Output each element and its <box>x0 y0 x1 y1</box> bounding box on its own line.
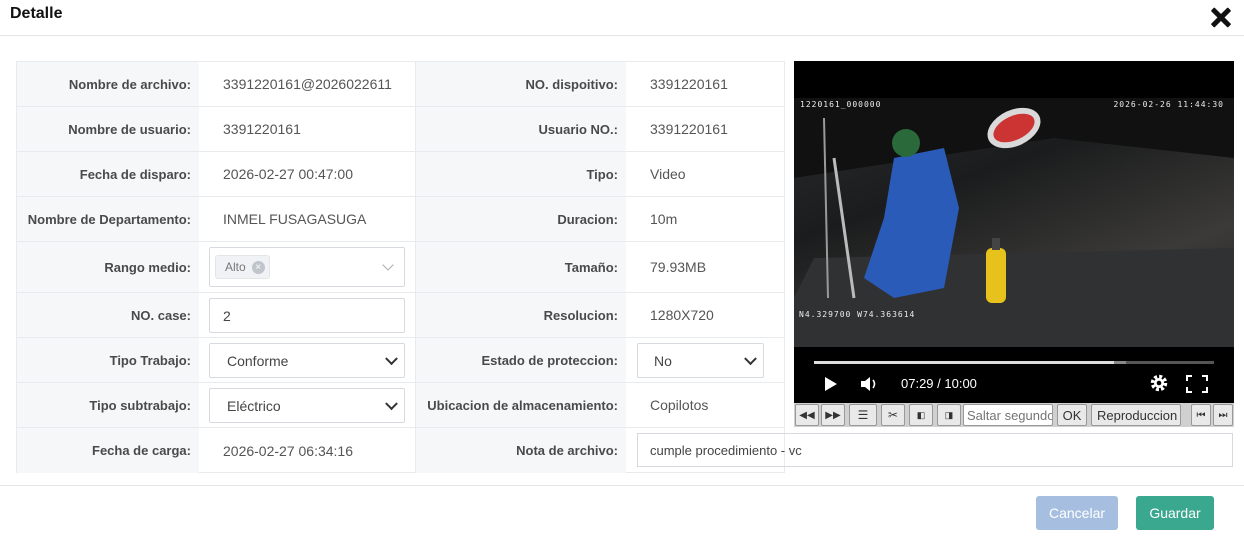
cut-button[interactable]: ✂ <box>881 404 905 426</box>
label-resolucion: Resolucion: <box>415 293 626 337</box>
rango-medio-tag: Alto × <box>215 255 270 279</box>
ok-button[interactable]: OK <box>1057 404 1087 426</box>
video-progress-bar[interactable] <box>814 361 1214 364</box>
detail-row: Nombre de usuario: 3391220161 Usuario NO… <box>17 107 784 152</box>
detail-row: NO. case: 2 Resolucion: 1280X720 <box>17 293 784 338</box>
dialog-title: Detalle <box>10 5 63 22</box>
label-departamento: Nombre de Departamento: <box>17 197 199 241</box>
chevron-down-icon <box>382 259 394 271</box>
value-nombre-archivo: 3391220161@2026022611 <box>223 76 392 92</box>
value-departamento: INMEL FUSAGASUGA <box>223 211 367 227</box>
cancel-button[interactable]: Cancelar <box>1036 496 1118 530</box>
chevron-down-icon <box>385 396 398 410</box>
video-osd-camera: 1220161_000000 <box>800 100 882 109</box>
rango-medio-tag-label: Alto <box>225 260 246 274</box>
label-no-dispositivo: NO. dispoitivo: <box>415 62 626 106</box>
value-no-dispositivo: 3391220161 <box>650 76 728 92</box>
dialog-header: Detalle <box>0 0 1244 36</box>
skip-start-button[interactable]: ⏮ <box>1191 404 1211 426</box>
label-tipo: Tipo: <box>415 152 626 196</box>
no-case-input[interactable]: 2 <box>209 298 405 333</box>
list-icon: ☰ <box>857 408 869 422</box>
rewind-icon: ◀◀ <box>799 409 815 421</box>
value-tipo: Video <box>650 166 686 182</box>
detail-grid: Nombre de archivo: 3391220161@2026022611… <box>16 61 785 473</box>
skip-end-button[interactable]: ⏭ <box>1213 404 1233 426</box>
estado-proteccion-select[interactable]: No <box>637 343 764 378</box>
prev-frame-icon: ◧ <box>916 409 926 420</box>
video-progress-fill <box>814 361 1114 364</box>
video-player[interactable]: 1220161_000000 2026-02-26 11:44:30 N4.32… <box>794 61 1234 404</box>
label-tamano: Tamaño: <box>415 242 626 292</box>
fullscreen-icon[interactable] <box>1186 375 1208 393</box>
label-nota-archivo: Nota de archivo: <box>415 428 626 473</box>
value-ubicacion: Copilotos <box>650 397 709 413</box>
play-icon[interactable] <box>824 376 838 392</box>
estado-proteccion-selected: No <box>654 352 672 369</box>
next-frame-button[interactable]: ◨ <box>937 404 961 426</box>
volume-icon[interactable] <box>860 375 880 393</box>
label-ubicacion: Ubicacion de almacenamiento: <box>415 383 626 427</box>
detail-row: Tipo subtrabajo: Eléctrico Ubicacion de … <box>17 383 784 428</box>
value-nombre-usuario: 3391220161 <box>223 121 301 137</box>
label-fecha-disparo: Fecha de disparo: <box>17 152 199 196</box>
tipo-trabajo-select[interactable]: Conforme <box>209 343 405 378</box>
value-fecha-carga: 2026-02-27 06:34:16 <box>223 442 353 459</box>
video-frame: 1220161_000000 2026-02-26 11:44:30 N4.32… <box>794 98 1234 347</box>
video-osd-gps: N4.329700 W74.363614 <box>799 310 916 319</box>
playback-mode-button[interactable]: Reproduccion <box>1091 404 1181 426</box>
video-osd-datetime: 2026-02-26 11:44:30 <box>1113 100 1224 109</box>
label-duracion: Duracion: <box>415 197 626 241</box>
label-rango-medio: Rango medio: <box>17 242 199 292</box>
value-duracion: 10m <box>650 211 678 227</box>
value-tamano: 79.93MB <box>650 259 707 275</box>
value-resolucion: 1280X720 <box>650 307 714 323</box>
skip-start-icon: ⏮ <box>1196 409 1206 421</box>
save-button[interactable]: Guardar <box>1136 496 1214 530</box>
list-button[interactable]: ☰ <box>849 404 877 426</box>
next-frame-icon: ◨ <box>944 409 954 420</box>
tipo-subtrabajo-select[interactable]: Eléctrico <box>209 388 405 423</box>
detail-row: Nombre de archivo: 3391220161@2026022611… <box>17 62 784 107</box>
label-nombre-usuario: Nombre de usuario: <box>17 107 199 151</box>
video-time: 07:29 / 10:00 <box>901 376 977 391</box>
label-usuario-no: Usuario NO.: <box>415 107 626 151</box>
detail-row: Rango medio: Alto × Tamaño: 79.93MB <box>17 242 784 293</box>
settings-gear-icon[interactable] <box>1149 373 1169 393</box>
label-fecha-carga: Fecha de carga: <box>17 428 199 473</box>
close-icon[interactable] <box>1206 3 1236 33</box>
dialog-footer-divider <box>0 485 1244 486</box>
rango-medio-select[interactable]: Alto × <box>209 247 405 287</box>
chevron-down-icon <box>385 351 398 365</box>
prev-frame-button[interactable]: ◧ <box>909 404 933 426</box>
nota-archivo-input[interactable]: cumple procedimiento - vc <box>637 433 1233 467</box>
tag-remove-icon[interactable]: × <box>251 260 265 274</box>
detail-row: Tipo Trabajo: Conforme Estado de protecc… <box>17 338 784 383</box>
chevron-down-icon <box>744 351 757 365</box>
detail-row: Nombre de Departamento: INMEL FUSAGASUGA… <box>17 197 784 242</box>
label-tipo-subtrabajo: Tipo subtrabajo: <box>17 383 199 427</box>
tipo-subtrabajo-selected: Eléctrico <box>227 397 281 414</box>
rewind-button[interactable]: ◀◀ <box>795 404 819 426</box>
label-estado-proteccion: Estado de proteccion: <box>415 338 626 382</box>
label-nombre-archivo: Nombre de archivo: <box>17 62 199 106</box>
fast-forward-button[interactable]: ▶▶ <box>821 404 845 426</box>
value-fecha-disparo: 2026-02-27 00:47:00 <box>223 166 353 182</box>
detail-row: Fecha de disparo: 2026-02-27 00:47:00 Ti… <box>17 152 784 197</box>
tipo-trabajo-selected: Conforme <box>227 352 289 369</box>
scissors-icon: ✂ <box>887 408 899 422</box>
value-usuario-no: 3391220161 <box>650 121 728 137</box>
jump-seconds-input[interactable] <box>963 404 1053 426</box>
label-no-case: NO. case: <box>17 293 199 337</box>
fast-forward-icon: ▶▶ <box>825 409 841 421</box>
skip-end-icon: ⏭ <box>1218 409 1228 421</box>
label-tipo-trabajo: Tipo Trabajo: <box>17 338 199 382</box>
